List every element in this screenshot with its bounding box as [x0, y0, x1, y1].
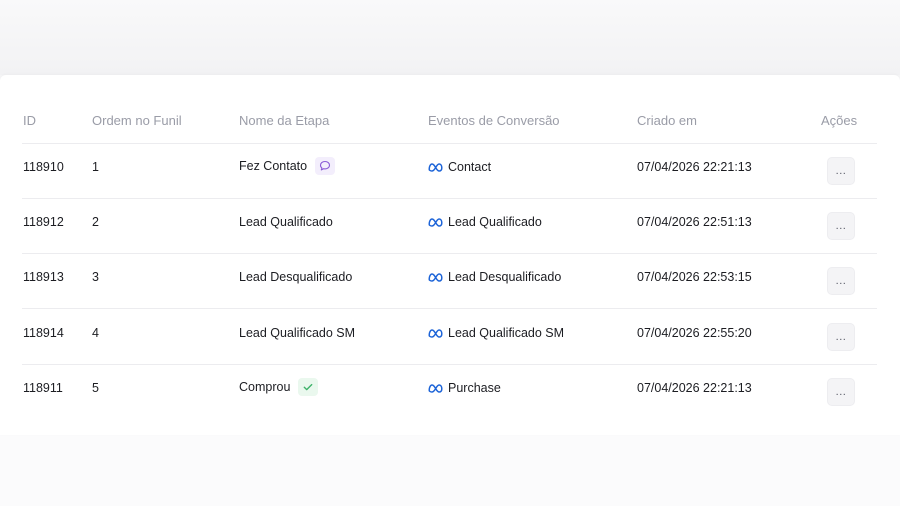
- row-actions-button[interactable]: ...: [827, 157, 855, 185]
- stage-name-text: Fez Contato: [239, 159, 308, 173]
- row-actions-button[interactable]: ...: [827, 378, 855, 406]
- chat-bubble-icon: [315, 157, 336, 175]
- row-conversion-event: Purchase: [428, 380, 501, 396]
- row-actions-button[interactable]: ...: [827, 212, 855, 240]
- table-row[interactable]: 118912 2 Lead Qualificado Lead Qualifica…: [0, 199, 900, 254]
- column-header-stage-name[interactable]: Nome da Etapa: [239, 113, 329, 128]
- stage-name-text: Comprou: [239, 380, 291, 394]
- column-header-conversion-events[interactable]: Eventos de Conversão: [428, 113, 560, 128]
- meta-icon: [428, 218, 443, 227]
- column-header-created-at[interactable]: Criado em: [637, 113, 697, 128]
- row-conversion-event: Lead Desqualificado: [428, 269, 561, 285]
- row-conversion-event: Contact: [428, 159, 491, 175]
- row-order: 2: [92, 215, 99, 229]
- meta-icon: [428, 384, 443, 393]
- meta-icon: [428, 163, 443, 172]
- row-stage-name: Lead Qualificado SM: [239, 325, 355, 341]
- row-order: 3: [92, 270, 99, 284]
- row-actions-button[interactable]: ...: [827, 323, 855, 351]
- stage-name-text: Lead Desqualificado: [239, 270, 353, 284]
- event-name: Lead Desqualificado: [448, 270, 562, 284]
- check-icon: [298, 378, 319, 396]
- row-actions-button[interactable]: ...: [827, 267, 855, 295]
- row-created-at: 07/04/2026 22:51:13: [637, 215, 752, 229]
- meta-icon: [428, 273, 443, 282]
- row-id: 118913: [23, 270, 64, 284]
- table-row[interactable]: 118913 3 Lead Desqualificado Lead Desqua…: [0, 254, 900, 309]
- row-order: 4: [92, 326, 99, 340]
- column-header-actions: Ações: [821, 113, 858, 128]
- page-backdrop-top: [0, 0, 900, 75]
- table-row[interactable]: 118911 5 Comprou Purchase 07/04/2026 22:…: [0, 365, 900, 420]
- row-created-at: 07/04/2026 22:53:15: [637, 270, 752, 284]
- row-id: 118914: [23, 326, 64, 340]
- stage-name-text: Lead Qualificado: [239, 215, 333, 229]
- row-stage-name: Fez Contato: [239, 157, 336, 175]
- row-id: 118910: [23, 160, 64, 174]
- row-order: 5: [92, 381, 99, 395]
- row-id: 118911: [23, 381, 63, 395]
- stage-name-text: Lead Qualificado SM: [239, 326, 356, 340]
- row-conversion-event: Lead Qualificado: [428, 214, 542, 230]
- meta-icon: [428, 329, 443, 338]
- event-name: Contact: [448, 160, 492, 174]
- page-backdrop-bottom: [0, 435, 900, 506]
- row-conversion-event: Lead Qualificado SM: [428, 325, 564, 341]
- event-name: Purchase: [448, 381, 501, 395]
- row-id: 118912: [23, 215, 64, 229]
- table-row[interactable]: 118914 4 Lead Qualificado SM Lead Qualif…: [0, 310, 900, 365]
- table-row[interactable]: 118910 1 Fez Contato Contact 07/04/2026 …: [0, 144, 900, 199]
- row-created-at: 07/04/2026 22:21:13: [637, 160, 752, 174]
- row-stage-name: Lead Desqualificado: [239, 269, 352, 285]
- event-name: Lead Qualificado SM: [448, 326, 565, 340]
- row-created-at: 07/04/2026 22:55:20: [637, 326, 752, 340]
- row-stage-name: Lead Qualificado: [239, 214, 333, 230]
- column-header-order[interactable]: Ordem no Funil: [92, 113, 182, 128]
- column-header-id[interactable]: ID: [23, 113, 36, 128]
- row-order: 1: [92, 160, 99, 174]
- row-created-at: 07/04/2026 22:21:13: [637, 381, 752, 395]
- row-divider: [22, 308, 877, 309]
- row-stage-name: Comprou: [239, 378, 319, 396]
- event-name: Lead Qualificado: [448, 215, 542, 229]
